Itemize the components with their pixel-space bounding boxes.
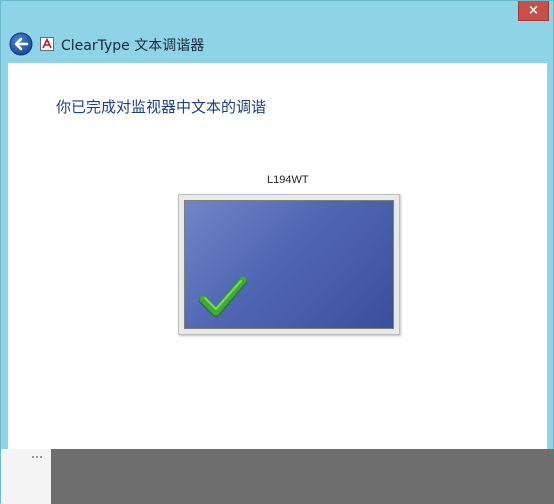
monitor-screen (184, 200, 394, 329)
title-bar: × ClearType 文本调谐器 (1, 1, 554, 63)
window-title: ClearType 文本调谐器 (61, 38, 205, 54)
close-icon: × (528, 3, 539, 18)
content-panel: 你已完成对监视器中文本的调谐 L194WT (8, 63, 547, 449)
page-title: 你已完成对监视器中文本的调谐 (56, 98, 267, 116)
checkmark-icon (199, 276, 247, 318)
cleartype-window: × ClearType 文本调谐器 你已完成对监视器中文本的调谐 L194WT (0, 0, 554, 504)
cleartype-app-icon (40, 36, 54, 51)
close-button[interactable]: × (518, 1, 549, 21)
dots-icon (32, 456, 42, 458)
monitor-illustration (178, 194, 400, 335)
back-button[interactable] (9, 32, 33, 56)
back-arrow-icon (9, 32, 33, 56)
footer-bar (51, 449, 554, 504)
monitor-name-label: L194WT (267, 174, 309, 186)
